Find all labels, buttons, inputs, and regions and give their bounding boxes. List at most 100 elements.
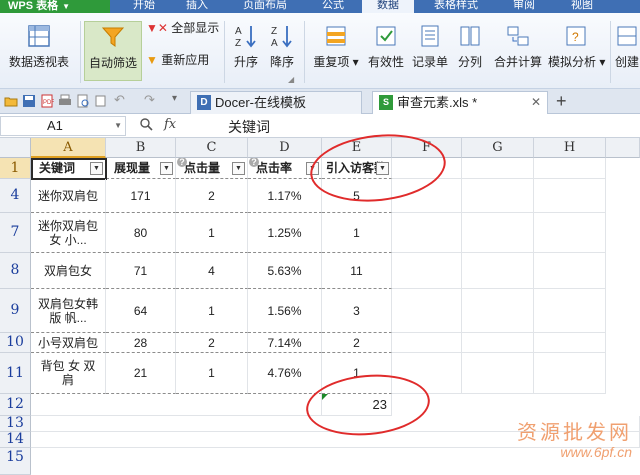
close-tab-icon[interactable]: ✕ <box>531 92 541 113</box>
cell[interactable] <box>462 213 534 253</box>
cell[interactable] <box>462 333 534 353</box>
cell-clicks[interactable]: 2 <box>176 179 248 213</box>
filter-dropdown-icon[interactable]: ▼ <box>232 162 245 175</box>
cell-ctr[interactable]: 5.63% <box>248 253 322 289</box>
undo-icon[interactable]: ↶ <box>114 92 128 107</box>
insert-function-button[interactable]: fx <box>164 117 176 132</box>
what-if-analysis-button[interactable]: ? 模拟分析 ▾ <box>548 23 605 70</box>
cell-clicks[interactable]: 1 <box>176 213 248 253</box>
cell[interactable] <box>462 158 534 179</box>
cell[interactable] <box>462 253 534 289</box>
row-header[interactable]: 4 <box>0 179 31 213</box>
cell-keyword[interactable]: 迷你双肩包女 小... <box>31 213 106 253</box>
text-to-columns-button[interactable]: 分列 <box>452 23 488 70</box>
row-header[interactable]: 11 <box>0 353 31 394</box>
cell-keyword[interactable]: 双肩包女 <box>31 253 106 289</box>
row-header[interactable]: 7 <box>0 213 31 253</box>
cell-keyword[interactable]: 小号双肩包 <box>31 333 106 353</box>
row-header[interactable]: 1 <box>0 158 31 179</box>
tab-insert[interactable]: 插入 <box>172 0 222 13</box>
cell[interactable] <box>534 179 606 213</box>
show-all-button[interactable]: ▼✕ 全部显示 <box>146 19 222 36</box>
autofilter-button[interactable]: 自动筛选 <box>84 21 142 81</box>
print-preview-icon[interactable] <box>76 94 90 108</box>
print-icon[interactable] <box>58 94 72 108</box>
search-icon[interactable] <box>140 118 153 131</box>
cell[interactable] <box>462 289 534 333</box>
row-header[interactable]: 15 <box>0 448 31 475</box>
cell-visitors[interactable]: 3 <box>322 289 392 333</box>
cell-impressions[interactable]: 71 <box>106 253 176 289</box>
sort-desc-button[interactable]: ZA 降序 <box>264 23 300 70</box>
duplicates-button[interactable]: 重复项 ▾ <box>308 23 364 70</box>
column-header[interactable]: G <box>462 138 534 158</box>
redo-icon[interactable]: ↷ <box>144 92 158 107</box>
cell-visitors[interactable]: 1 <box>322 213 392 253</box>
column-header[interactable]: A <box>31 138 106 158</box>
cell-keyword[interactable]: 迷你双肩包 <box>31 179 106 213</box>
filter-dropdown-icon[interactable]: ▼ <box>90 162 103 175</box>
cell-ctr[interactable]: 1.17% <box>248 179 322 213</box>
cell[interactable] <box>534 333 606 353</box>
tab-home[interactable]: 开始 <box>118 0 170 13</box>
tab-page-layout[interactable]: 页面布局 <box>226 0 304 13</box>
cell-clicks[interactable]: 4 <box>176 253 248 289</box>
cell[interactable] <box>392 253 462 289</box>
row-header[interactable]: 8 <box>0 253 31 289</box>
app-menu-button[interactable]: WPS 表格 ▼ <box>0 0 110 13</box>
tab-table-style[interactable]: 表格样式 <box>418 0 494 13</box>
validity-button[interactable]: 有效性 <box>366 23 406 70</box>
row-header[interactable]: 12 <box>0 394 31 416</box>
column-header[interactable]: C <box>176 138 248 158</box>
column-header[interactable]: B <box>106 138 176 158</box>
cell-ctr[interactable]: 7.14% <box>248 333 322 353</box>
cell-impressions[interactable]: 64 <box>106 289 176 333</box>
cell[interactable] <box>534 289 606 333</box>
consolidate-button[interactable]: 合并计算 <box>490 23 546 70</box>
save-icon[interactable] <box>22 94 36 108</box>
cell-clicks[interactable]: 2 <box>176 333 248 353</box>
export-pdf-icon[interactable]: PDF <box>40 94 54 108</box>
formula-input[interactable]: 关键词 <box>228 117 270 137</box>
tab-formula[interactable]: 公式 <box>308 0 358 13</box>
new-tab-button[interactable]: + <box>556 92 567 110</box>
cell-visitors[interactable]: 2 <box>322 333 392 353</box>
cell-visitors[interactable]: 11 <box>322 253 392 289</box>
record-form-button[interactable]: 记录单 <box>410 23 450 70</box>
select-all-corner[interactable] <box>0 138 31 158</box>
column-header[interactable]: D <box>248 138 322 158</box>
column-header[interactable] <box>606 138 640 158</box>
cell-keyword[interactable]: 双肩包女韩版 帆... <box>31 289 106 333</box>
quick-access-dropdown-icon[interactable]: ▾ <box>172 93 186 107</box>
header-cell-keyword[interactable]: 关键词 ▼ <box>31 158 106 179</box>
row-header[interactable]: 14 <box>0 432 31 448</box>
tab-data[interactable]: 数据 <box>362 0 414 13</box>
dialog-launcher-icon[interactable]: ◢ <box>288 75 294 84</box>
cell[interactable] <box>392 213 462 253</box>
open-folder-icon[interactable] <box>4 94 18 108</box>
cell-ctr[interactable]: 4.76% <box>248 353 322 394</box>
column-header[interactable]: H <box>534 138 606 158</box>
cell[interactable] <box>462 353 534 394</box>
cell-keyword[interactable]: 背包 女 双肩 <box>31 353 106 394</box>
cell[interactable] <box>534 158 606 179</box>
cell-impressions[interactable]: 171 <box>106 179 176 213</box>
cell-impressions[interactable]: 21 <box>106 353 176 394</box>
format-painter-icon[interactable] <box>94 94 108 108</box>
cell-impressions[interactable]: 28 <box>106 333 176 353</box>
create-group-button[interactable]: 创建 <box>612 23 640 70</box>
header-cell-impressions[interactable]: 展现量 ▼ <box>106 158 176 179</box>
cell-clicks[interactable]: 1 <box>176 353 248 394</box>
cell-ctr[interactable]: 1.25% <box>248 213 322 253</box>
cell[interactable] <box>534 253 606 289</box>
row-header[interactable]: 9 <box>0 289 31 333</box>
cell-impressions[interactable]: 80 <box>106 213 176 253</box>
chevron-down-icon[interactable]: ▼ <box>114 117 122 135</box>
cell-clicks[interactable]: 1 <box>176 289 248 333</box>
name-box[interactable]: A1 ▼ <box>0 116 126 136</box>
row-header[interactable]: 13 <box>0 416 31 432</box>
cell[interactable] <box>31 394 322 416</box>
sort-asc-button[interactable]: AZ 升序 <box>228 23 264 70</box>
filter-dropdown-icon[interactable]: ▼ <box>160 162 173 175</box>
cell[interactable] <box>392 333 462 353</box>
